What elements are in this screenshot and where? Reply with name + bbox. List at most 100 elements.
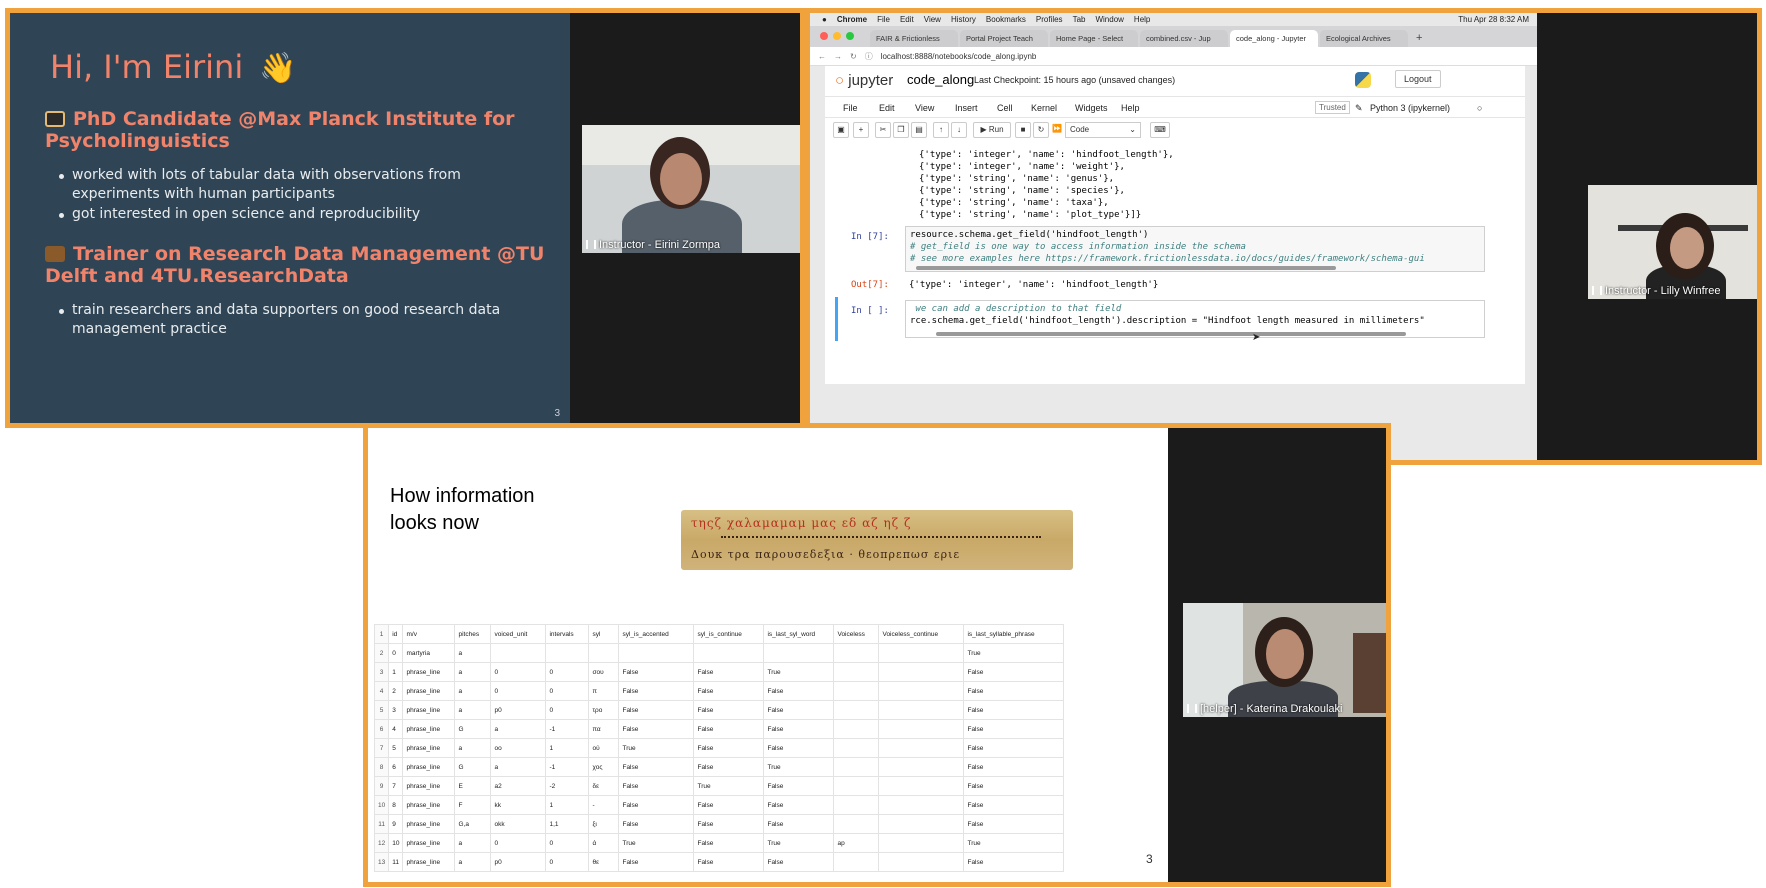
table-cell: a xyxy=(454,643,492,663)
table-cell: 0 xyxy=(490,833,547,853)
forward-icon[interactable]: → xyxy=(834,52,842,61)
browser-tab[interactable]: Portal Project Teach xyxy=(960,30,1048,47)
trusted-badge[interactable]: Trusted xyxy=(1315,101,1350,114)
menu-view[interactable]: View xyxy=(915,103,934,113)
mac-menu-item[interactable]: Tab xyxy=(1073,15,1086,24)
table-cell: 0 xyxy=(545,833,590,853)
table-cell: False xyxy=(618,852,695,872)
stop-icon[interactable]: ■ xyxy=(1015,122,1031,138)
copy-icon[interactable]: ❐ xyxy=(893,122,909,138)
cut-icon[interactable]: ✂ xyxy=(875,122,891,138)
table-cell: 7 xyxy=(388,776,404,796)
menu-file[interactable]: File xyxy=(843,103,858,113)
menu-cell[interactable]: Cell xyxy=(997,103,1013,113)
table-cell: False xyxy=(763,700,835,720)
table-cell: phrase_line xyxy=(402,833,456,853)
info-icon[interactable]: ⓘ xyxy=(865,51,873,62)
table-cell: ap xyxy=(833,833,880,853)
table-cell: False xyxy=(763,738,835,758)
close-window-icon[interactable] xyxy=(820,32,828,40)
notebook-name[interactable]: code_along xyxy=(907,72,974,87)
back-icon[interactable]: ← xyxy=(818,52,826,61)
menu-edit[interactable]: Edit xyxy=(879,103,895,113)
mac-menu-item[interactable]: Profiles xyxy=(1036,15,1063,24)
kernel-name[interactable]: Python 3 (ipykernel) xyxy=(1370,103,1450,113)
address-bar: ← → ↻ ⓘ localhost:8888/notebooks/code_al… xyxy=(810,47,1537,66)
table-cell xyxy=(833,776,880,796)
code-line: {'type': 'string', 'name': 'plot_type'}]… xyxy=(919,210,1142,220)
row-number: 13 xyxy=(373,852,390,872)
slide-heading-phd: PhD Candidate @Max Planck Institute for … xyxy=(45,108,545,152)
slide-greeting: Hi, I'm Eirini 👋 xyxy=(50,48,297,86)
browser-tab[interactable]: FAIR & Frictionless xyxy=(870,30,958,47)
code-cell-active[interactable]: we can add a description to that field r… xyxy=(905,300,1485,338)
table-cell: False xyxy=(763,776,835,796)
fast-forward-icon[interactable]: ⏩ xyxy=(1051,122,1063,138)
table-cell: pitches xyxy=(454,624,492,644)
video-tile-eirini[interactable]: Instructor - Eirini Zormpa xyxy=(582,125,800,253)
browser-tab[interactable]: Ecological Archives xyxy=(1320,30,1408,47)
run-button[interactable]: ▶ Run xyxy=(973,122,1011,138)
table-cell xyxy=(833,795,880,815)
paste-icon[interactable]: ▤ xyxy=(911,122,927,138)
menu-insert[interactable]: Insert xyxy=(955,103,978,113)
table-cell: a xyxy=(454,738,492,758)
keyboard-icon[interactable]: ⌨ xyxy=(1150,122,1170,138)
url-field[interactable]: localhost:8888/notebooks/code_along.ipyn… xyxy=(881,52,1037,61)
table-cell xyxy=(878,700,965,720)
code-cell-7[interactable]: resource.schema.get_field('hindfoot_leng… xyxy=(905,226,1485,272)
apple-icon[interactable]: ● xyxy=(822,15,827,24)
move-up-icon[interactable]: ↑ xyxy=(933,122,949,138)
table-cell: 3 xyxy=(388,700,404,720)
table-cell: True xyxy=(618,738,695,758)
table-cell xyxy=(878,643,965,663)
jupyter-logo[interactable]: ○ jupyter xyxy=(835,72,893,89)
mac-menu-item[interactable]: View xyxy=(924,15,941,24)
add-cell-icon[interactable]: + xyxy=(853,122,869,138)
row-number: 6 xyxy=(373,719,390,739)
new-tab-icon[interactable]: + xyxy=(1410,32,1428,47)
bullets-phd: worked with lots of tabular data with ob… xyxy=(59,166,542,225)
mac-menu-item[interactable]: Help xyxy=(1134,15,1150,24)
horizontal-scrollbar[interactable] xyxy=(916,266,1336,270)
table-cell xyxy=(545,643,590,663)
mac-menu-item[interactable]: Edit xyxy=(900,15,914,24)
cell-prompt-out7: Out[7]: xyxy=(851,280,889,290)
mac-menu-item[interactable]: History xyxy=(951,15,976,24)
menu-widgets[interactable]: Widgets xyxy=(1075,103,1108,113)
video-tile-katerina[interactable]: [helper] - Katerina Drakoulaki xyxy=(1183,603,1386,717)
edit-icon[interactable]: ✎ xyxy=(1355,103,1363,114)
move-down-icon[interactable]: ↓ xyxy=(951,122,967,138)
cell-type-select[interactable]: Code ⌄ xyxy=(1065,122,1141,138)
horizontal-scrollbar[interactable] xyxy=(936,332,1406,336)
logout-button[interactable]: Logout xyxy=(1395,70,1441,88)
zoom-window-icon[interactable] xyxy=(846,32,854,40)
minimize-window-icon[interactable] xyxy=(833,32,841,40)
table-cell: p0 xyxy=(490,700,547,720)
table-cell: okk xyxy=(490,814,547,834)
video-tile-lilly[interactable]: Instructor - Lilly Winfree xyxy=(1588,185,1757,299)
table-cell: False xyxy=(963,814,1065,834)
speaker-panel-katerina: How information looks now τηςζ χαλαμαμαμ … xyxy=(363,423,1391,887)
mac-menu-item[interactable]: Window xyxy=(1095,15,1123,24)
browser-tab-active[interactable]: code_along - Jupyter xyxy=(1230,30,1318,47)
mac-menu-item[interactable]: Bookmarks xyxy=(986,15,1026,24)
mac-menu-item[interactable]: Chrome xyxy=(837,15,867,24)
menu-kernel[interactable]: Kernel xyxy=(1031,103,1057,113)
table-cell xyxy=(878,814,965,834)
table-row: 10 8 phrase_line Fkk 1- False False False False xyxy=(373,795,1065,815)
browser-tab[interactable]: Home Page - Select xyxy=(1050,30,1138,47)
reload-icon[interactable]: ↻ xyxy=(850,52,857,61)
menu-help[interactable]: Help xyxy=(1121,103,1140,113)
table-cell: 0 xyxy=(490,662,547,682)
table-cell xyxy=(878,833,965,853)
browser-tab[interactable]: combined.csv - Jup xyxy=(1140,30,1228,47)
mac-menu-item[interactable]: File xyxy=(877,15,890,24)
table-cell: F xyxy=(454,795,492,815)
restart-icon[interactable]: ↻ xyxy=(1033,122,1049,138)
save-icon[interactable]: ▣ xyxy=(833,122,849,138)
slide-heading-trainer: Trainer on Research Data Management @TU … xyxy=(45,243,545,287)
row-number: 2 xyxy=(373,643,390,663)
table-cell: G xyxy=(454,719,492,739)
table-cell: False xyxy=(693,738,765,758)
